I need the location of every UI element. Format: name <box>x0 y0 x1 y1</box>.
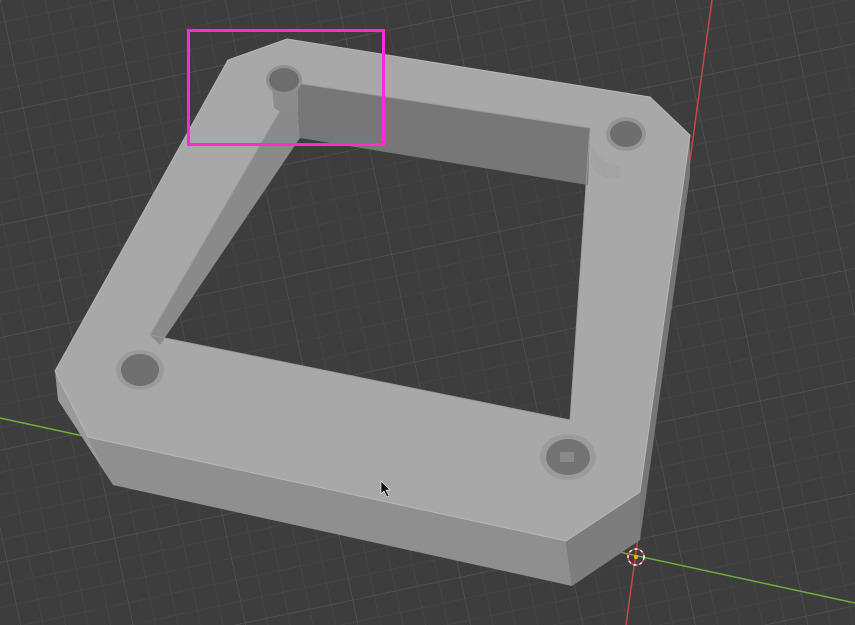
mounting-hole-bottom-right[interactable] <box>540 434 596 480</box>
mounting-hole-bottom-left[interactable] <box>116 350 164 390</box>
3d-viewport[interactable] <box>0 0 855 625</box>
viewport-scene[interactable] <box>0 0 855 625</box>
